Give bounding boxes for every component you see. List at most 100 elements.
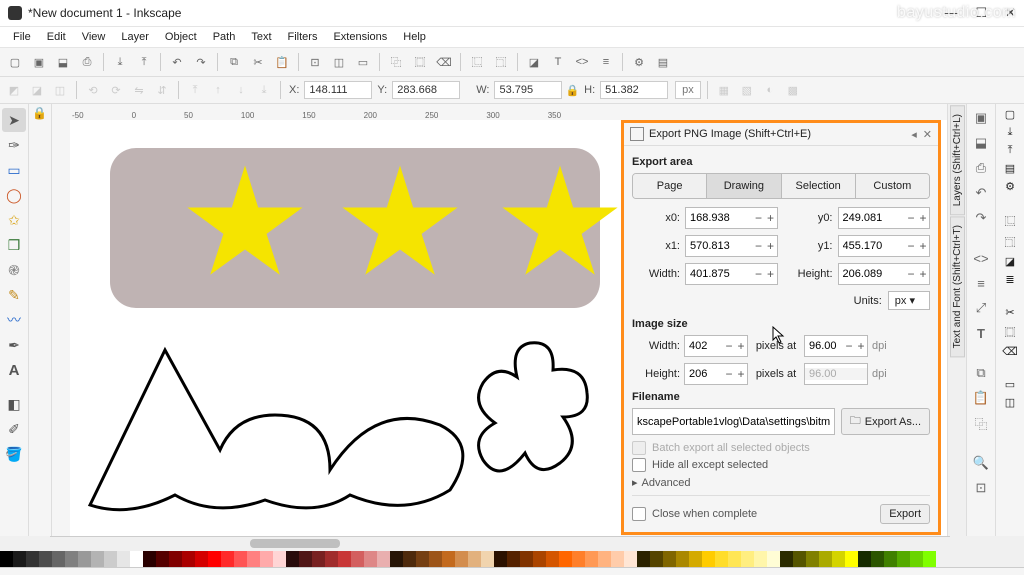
swatch[interactable]: [494, 551, 507, 567]
fillstroke-dlg-button[interactable]: ◪: [523, 51, 545, 73]
menu-filters[interactable]: Filters: [281, 29, 325, 45]
swatch[interactable]: [572, 551, 585, 567]
copy-button[interactable]: ⧉: [223, 51, 245, 73]
new-doc-button[interactable]: ▢: [4, 51, 26, 73]
swatch[interactable]: [182, 551, 195, 567]
swatch[interactable]: [156, 551, 169, 567]
rect-tool[interactable]: ▭: [2, 158, 26, 182]
sel-all-icon[interactable]: ◩: [4, 80, 24, 100]
group-icon[interactable]: ⿺: [1005, 213, 1016, 229]
redo-icon[interactable]: ↷: [971, 208, 991, 228]
panel-iconify-button[interactable]: ◂: [911, 128, 917, 141]
swatch[interactable]: [117, 551, 130, 567]
swatch[interactable]: [624, 551, 637, 567]
lock-icon[interactable]: 🔒: [565, 84, 579, 97]
swatch[interactable]: [299, 551, 312, 567]
duplicate-button[interactable]: ⿻: [385, 51, 407, 73]
freehand-path-2[interactable]: [465, 335, 600, 490]
zoom-fit-button[interactable]: ⊡: [304, 51, 326, 73]
export-tab-page[interactable]: Page: [633, 174, 707, 198]
unlink-icon[interactable]: ⌫: [1002, 345, 1018, 358]
prefs-button[interactable]: ⚙: [628, 51, 650, 73]
flip-v-icon[interactable]: ⇵: [152, 80, 172, 100]
text-font-tab[interactable]: Text and Font (Shift+Ctrl+T): [950, 216, 965, 357]
export-tab-custom[interactable]: Custom: [856, 174, 929, 198]
maximize-button[interactable]: ☐: [975, 5, 987, 21]
export-button[interactable]: Export: [880, 504, 930, 524]
flip-h-icon[interactable]: ⇋: [129, 80, 149, 100]
swatch[interactable]: [247, 551, 260, 567]
swatch[interactable]: [793, 551, 806, 567]
swatch[interactable]: [130, 551, 143, 567]
swatch[interactable]: [0, 551, 13, 567]
import-icon[interactable]: ⤓: [1008, 126, 1013, 139]
rot-cw-icon[interactable]: ⟳: [106, 80, 126, 100]
move-pattern-icon[interactable]: ▩: [783, 80, 803, 100]
align-dlg-button[interactable]: ≡: [595, 51, 617, 73]
redo-button[interactable]: ↷: [190, 51, 212, 73]
swatch[interactable]: [585, 551, 598, 567]
swatch[interactable]: [689, 551, 702, 567]
menu-edit[interactable]: Edit: [40, 29, 73, 45]
clone-button[interactable]: ⿴: [409, 51, 431, 73]
clone-icon[interactable]: ⿴: [1005, 324, 1016, 340]
undo-icon[interactable]: ↶: [971, 183, 991, 203]
swatch[interactable]: [481, 551, 494, 567]
swatch[interactable]: [195, 551, 208, 567]
y-value[interactable]: 283.668: [392, 81, 460, 99]
swatch[interactable]: [169, 551, 182, 567]
raise-top-icon[interactable]: ⤒: [185, 80, 205, 100]
unit-select[interactable]: px: [675, 81, 701, 99]
swatch[interactable]: [533, 551, 546, 567]
swatch[interactable]: [403, 551, 416, 567]
export-tab-drawing[interactable]: Drawing: [707, 174, 781, 198]
text-icon-btn[interactable]: T: [971, 323, 991, 343]
area-height-input[interactable]: −+: [838, 263, 931, 285]
img-width-input[interactable]: −+: [684, 335, 748, 357]
swatch[interactable]: [221, 551, 234, 567]
y1-input[interactable]: −+: [838, 235, 931, 257]
swatch[interactable]: [52, 551, 65, 567]
swatch[interactable]: [676, 551, 689, 567]
swatch[interactable]: [546, 551, 559, 567]
swatch[interactable]: [208, 551, 221, 567]
x0-input[interactable]: −+: [685, 207, 778, 229]
zoom-1-1-icon[interactable]: ◫: [1005, 396, 1015, 409]
3dbox-tool[interactable]: ❒: [2, 233, 26, 257]
rot-ccw-icon[interactable]: ⟲: [83, 80, 103, 100]
swatch[interactable]: [338, 551, 351, 567]
menu-help[interactable]: Help: [396, 29, 433, 45]
swatch[interactable]: [858, 551, 871, 567]
swatch[interactable]: [845, 551, 858, 567]
x1-input[interactable]: −+: [685, 235, 778, 257]
swatch[interactable]: [468, 551, 481, 567]
cut-icon[interactable]: ✂: [1005, 306, 1014, 319]
swatch[interactable]: [78, 551, 91, 567]
gradient-tool[interactable]: ◧: [2, 392, 26, 416]
swatch[interactable]: [377, 551, 390, 567]
bucket-tool[interactable]: 🪣: [2, 442, 26, 466]
menu-view[interactable]: View: [75, 29, 113, 45]
group-button[interactable]: ⿺: [466, 51, 488, 73]
swatch[interactable]: [234, 551, 247, 567]
x-value[interactable]: 148.111: [304, 81, 372, 99]
star-shape-1[interactable]: [185, 165, 305, 280]
img-height-input[interactable]: −+: [684, 363, 748, 385]
transform-icon[interactable]: ⤢: [971, 298, 991, 318]
swatch[interactable]: [663, 551, 676, 567]
swatch[interactable]: [702, 551, 715, 567]
swatch[interactable]: [455, 551, 468, 567]
swatch[interactable]: [143, 551, 156, 567]
swatch[interactable]: [806, 551, 819, 567]
horizontal-scrollbar[interactable]: [50, 536, 950, 551]
panel-close-button[interactable]: ✕: [923, 128, 932, 141]
xml-editor-button[interactable]: <>: [571, 51, 593, 73]
fillstroke-icon-btn[interactable]: ◪: [1005, 255, 1015, 268]
ellipse-tool[interactable]: ◯: [2, 183, 26, 207]
zoom-sel-icon[interactable]: 🔍: [971, 453, 991, 473]
paste-icon[interactable]: 📋: [971, 388, 991, 408]
swatch[interactable]: [871, 551, 884, 567]
star-shape-3[interactable]: [500, 165, 620, 280]
pencil-tool[interactable]: ✎: [2, 283, 26, 307]
swatch[interactable]: [637, 551, 650, 567]
